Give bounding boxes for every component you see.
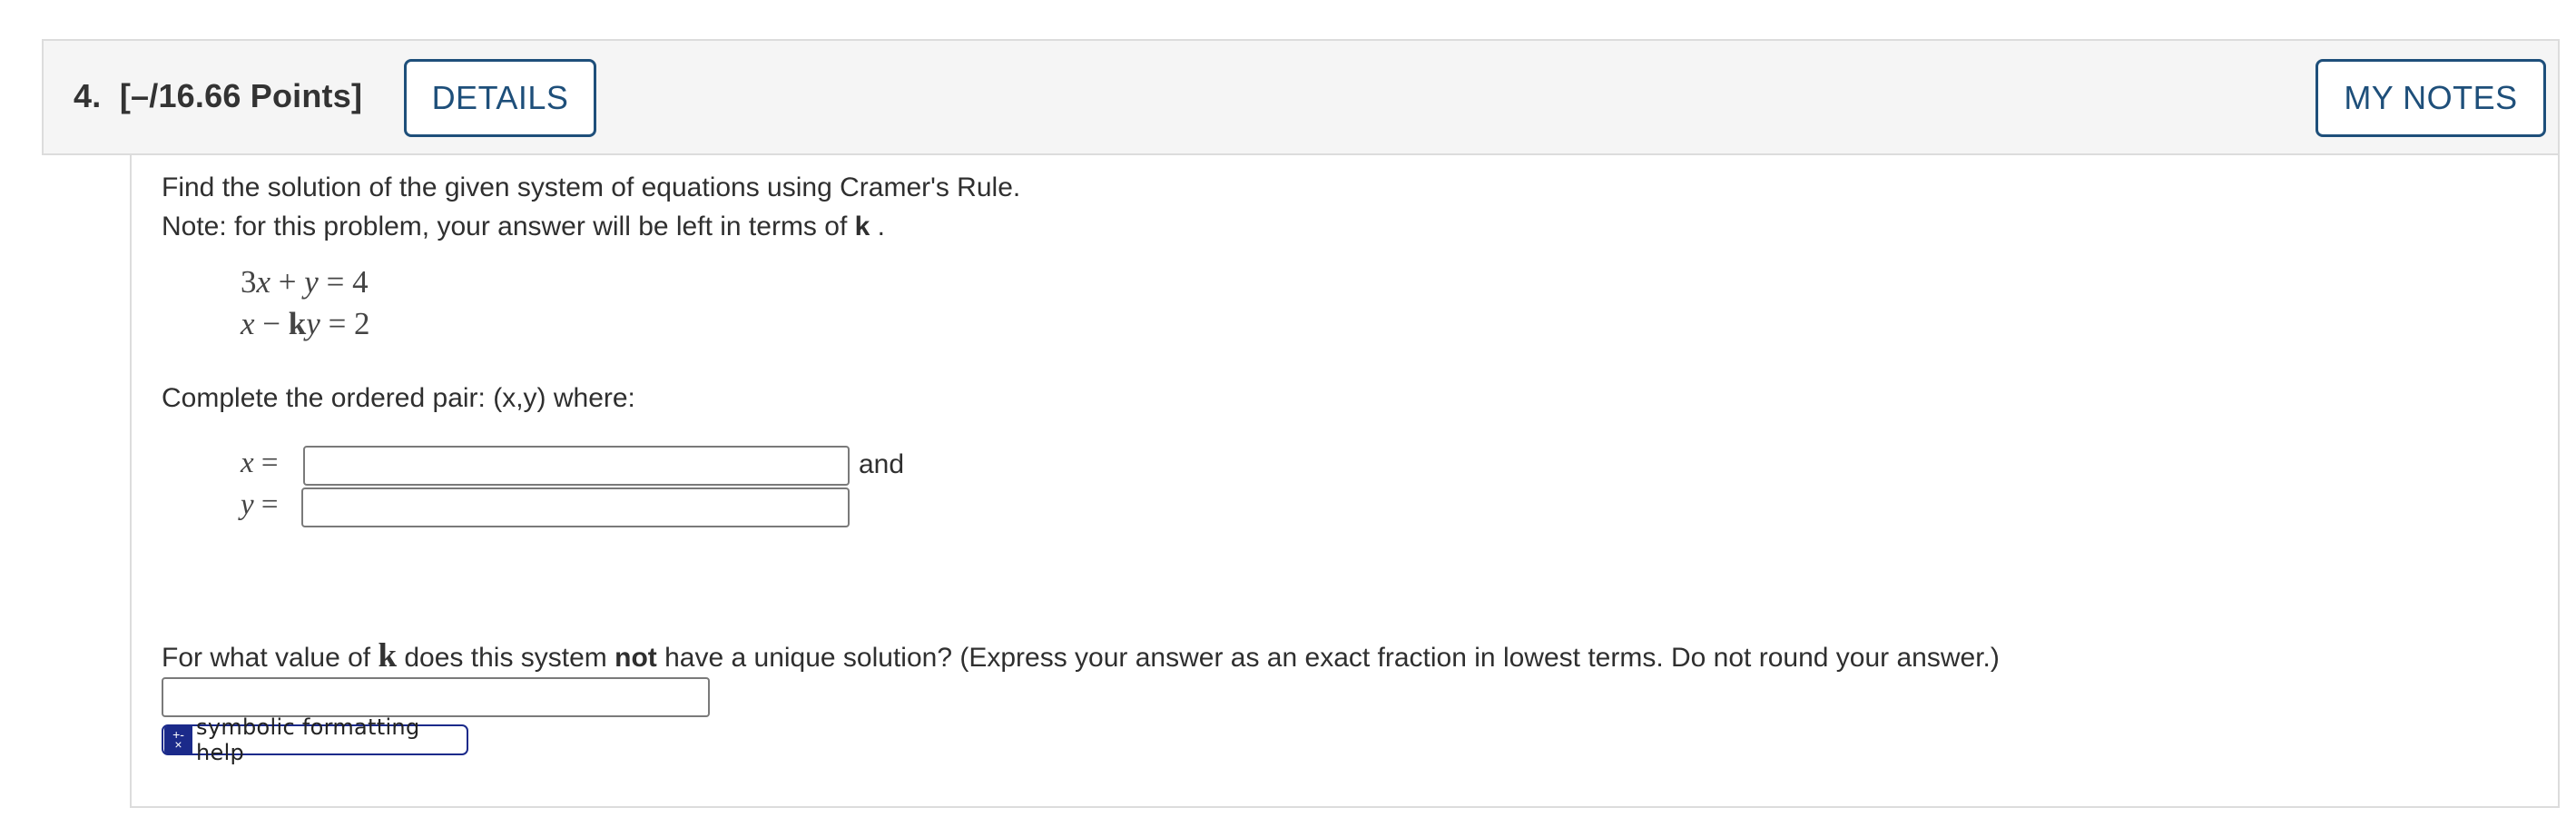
unique-solution-question: For what value of k does this system not… — [162, 637, 2000, 675]
x-label: x = — [241, 447, 279, 479]
question-variable-k: k — [378, 637, 398, 675]
question-points: [–/16.66 Points] — [119, 77, 363, 114]
symbolic-formatting-help-label: symbolic formatting help — [196, 714, 420, 765]
my-notes-button[interactable]: MY NOTES — [2315, 59, 2546, 137]
equation-2: x − ky = 2 — [241, 306, 370, 341]
note-text: Note: for this problem, your answer will… — [162, 212, 885, 241]
ordered-pair-prompt: Complete the ordered pair: (x,y) where: — [162, 383, 635, 413]
x-answer-input[interactable] — [303, 446, 850, 486]
symbolic-formatting-icon: +- × — [164, 726, 193, 753]
and-text: and — [859, 449, 905, 479]
symbolic-formatting-help-button[interactable]: +- × symbolic formatting help — [162, 714, 468, 765]
equation-1: 3x + y = 4 — [241, 264, 369, 300]
question-title: 4. [–/16.66 Points] — [74, 77, 362, 115]
instruction-text: Find the solution of the given system of… — [162, 172, 1021, 202]
details-button[interactable]: DETAILS — [404, 59, 596, 137]
question-header: 4. [–/16.66 Points] DETAILS MY NOTES — [42, 39, 2560, 155]
k-answer-input[interactable] — [162, 677, 710, 717]
question-body: Find the solution of the given system of… — [130, 155, 2560, 808]
note-variable-k: k — [854, 212, 870, 241]
question-number: 4. — [74, 77, 102, 114]
y-answer-input[interactable] — [301, 487, 850, 527]
y-label: y = — [241, 488, 279, 521]
